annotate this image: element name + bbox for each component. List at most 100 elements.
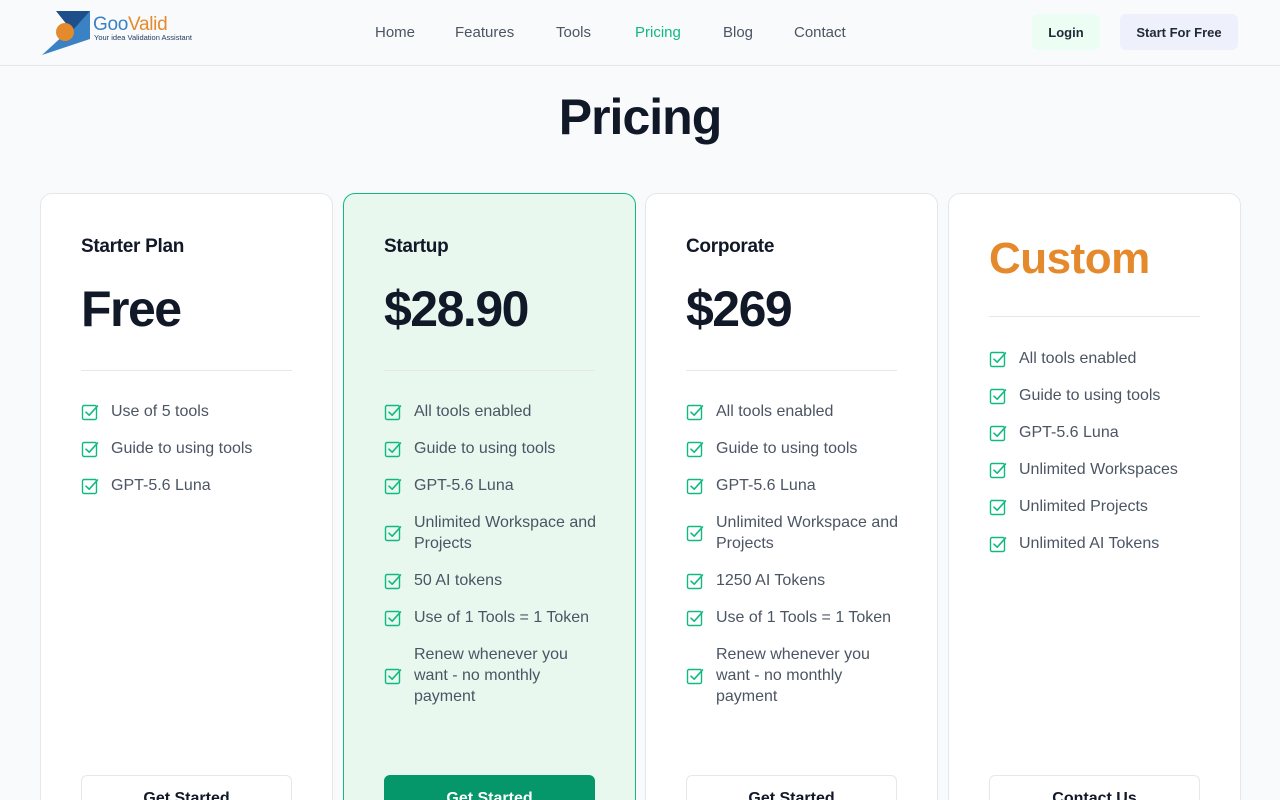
check-icon — [989, 499, 1007, 515]
start-for-free-button[interactable]: Start For Free — [1120, 14, 1238, 50]
feature-text: Use of 1 Tools = 1 Token — [716, 609, 892, 626]
feature-item: Unlimited AI Tokens — [989, 533, 1204, 554]
check-icon — [384, 404, 402, 420]
feature-item: 50 AI tokens — [384, 570, 599, 591]
check-icon — [686, 441, 704, 457]
login-button[interactable]: Login — [1032, 14, 1100, 50]
feature-text: Guide to using tools — [414, 440, 556, 457]
feature-text: Renew whenever you want - no monthly pay… — [716, 646, 870, 705]
check-icon — [384, 478, 402, 494]
feature-item: Renew whenever you want - no monthly pay… — [686, 644, 901, 707]
check-icon — [989, 462, 1007, 478]
plan-card-corporate: Corporate $269 All tools enabled Guide to… — [645, 193, 938, 800]
feature-text: GPT-5.6 Luna — [716, 477, 816, 494]
brand-logo[interactable]: GooValid Your idea Validation Assistant — [42, 9, 202, 55]
plan-name: Corporate — [686, 236, 775, 257]
feature-item: Unlimited Projects — [989, 496, 1204, 517]
feature-text: All tools enabled — [414, 403, 532, 420]
feature-list: All tools enabled Guide to using tools GPT… — [989, 348, 1204, 570]
feature-text: Use of 1 Tools = 1 Token — [414, 609, 590, 626]
feature-text: GPT-5.6 Luna — [414, 477, 514, 494]
feature-text: GPT-5.6 Luna — [111, 477, 211, 494]
plan-card-starter: Starter Plan Free Use of 5 tools Guide to… — [40, 193, 333, 800]
check-icon — [686, 525, 704, 542]
plan-price: $28.90 — [384, 281, 529, 337]
check-icon — [384, 610, 402, 626]
feature-item: GPT-5.6 Luna — [384, 475, 599, 496]
feature-text: 50 AI tokens — [414, 572, 503, 589]
check-icon — [989, 536, 1007, 552]
feature-text: Renew whenever you want - no monthly pay… — [414, 646, 568, 705]
feature-text: All tools enabled — [1019, 350, 1137, 367]
check-icon — [686, 478, 704, 494]
plan-price: Custom — [989, 234, 1150, 283]
check-icon — [81, 441, 99, 457]
get-started-button[interactable]: Get Started — [384, 775, 595, 800]
plan-price: $269 — [686, 281, 793, 337]
nav-pricing[interactable]: Pricing — [635, 24, 681, 41]
check-icon — [989, 351, 1007, 367]
feature-item: Guide to using tools — [384, 438, 599, 459]
nav-blog[interactable]: Blog — [723, 24, 753, 41]
feature-item: Use of 1 Tools = 1 Token — [384, 607, 599, 628]
feature-list: All tools enabled Guide to using tools GPT… — [686, 401, 901, 723]
feature-item: Renew whenever you want - no monthly pay… — [384, 644, 599, 707]
check-icon — [384, 525, 402, 542]
feature-text: Guide to using tools — [1019, 387, 1161, 404]
get-started-button[interactable]: Get Started — [81, 775, 292, 800]
feature-text: Unlimited Workspaces — [1019, 461, 1178, 478]
feature-item: Unlimited Workspace and Projects — [686, 512, 901, 554]
divider — [686, 370, 897, 371]
feature-text: Use of 5 tools — [111, 403, 209, 420]
check-icon — [384, 668, 402, 684]
feature-item: Guide to using tools — [989, 385, 1204, 406]
feature-text: Unlimited AI Tokens — [1019, 535, 1160, 552]
feature-item: All tools enabled — [989, 348, 1204, 369]
feature-item: Unlimited Workspaces — [989, 459, 1204, 480]
check-icon — [686, 404, 704, 420]
plan-name: Startup — [384, 236, 449, 257]
feature-text: All tools enabled — [716, 403, 834, 420]
plan-card-custom: Custom All tools enabled Guide to using t… — [948, 193, 1241, 800]
logo-mark-icon — [42, 11, 90, 55]
feature-item: Use of 1 Tools = 1 Token — [686, 607, 901, 628]
nav-features[interactable]: Features — [455, 24, 514, 41]
feature-item: Guide to using tools — [81, 438, 296, 459]
feature-item: 1250 AI Tokens — [686, 570, 901, 591]
feature-text: Guide to using tools — [111, 440, 253, 457]
feature-item: All tools enabled — [686, 401, 901, 422]
feature-text: 1250 AI Tokens — [716, 572, 826, 589]
get-started-button[interactable]: Get Started — [686, 775, 897, 800]
feature-item: GPT-5.6 Luna — [686, 475, 901, 496]
feature-list: Use of 5 tools Guide to using tools GPT-5.… — [81, 401, 296, 512]
feature-text: Guide to using tools — [716, 440, 858, 457]
check-icon — [384, 441, 402, 457]
nav-tools[interactable]: Tools — [556, 24, 591, 41]
nav-contact[interactable]: Contact — [794, 24, 846, 41]
check-icon — [384, 573, 402, 589]
feature-item: Use of 5 tools — [81, 401, 296, 422]
check-icon — [81, 478, 99, 494]
page-title: Pricing — [558, 89, 722, 145]
feature-item: GPT-5.6 Luna — [81, 475, 296, 496]
feature-item: All tools enabled — [384, 401, 599, 422]
nav-home[interactable]: Home — [375, 24, 415, 41]
divider — [989, 316, 1200, 317]
feature-text: Unlimited Workspace and Projects — [414, 514, 597, 552]
feature-text: GPT-5.6 Luna — [1019, 424, 1119, 441]
plan-name: Starter Plan — [81, 236, 185, 257]
check-icon — [686, 573, 704, 589]
feature-item: Unlimited Workspace and Projects — [384, 512, 599, 554]
check-icon — [686, 610, 704, 626]
divider — [384, 370, 595, 371]
feature-list: All tools enabled Guide to using tools GPT… — [384, 401, 599, 723]
check-icon — [686, 668, 704, 684]
contact-us-button[interactable]: Contact Us — [989, 775, 1200, 800]
divider — [81, 370, 292, 371]
feature-text: Unlimited Workspace and Projects — [716, 514, 899, 552]
site-header: GooValid Your idea Validation Assistant … — [0, 0, 1280, 66]
feature-item: GPT-5.6 Luna — [989, 422, 1204, 443]
check-icon — [989, 425, 1007, 441]
check-icon — [81, 404, 99, 420]
brand-tagline: Your idea Validation Assistant — [94, 33, 192, 42]
